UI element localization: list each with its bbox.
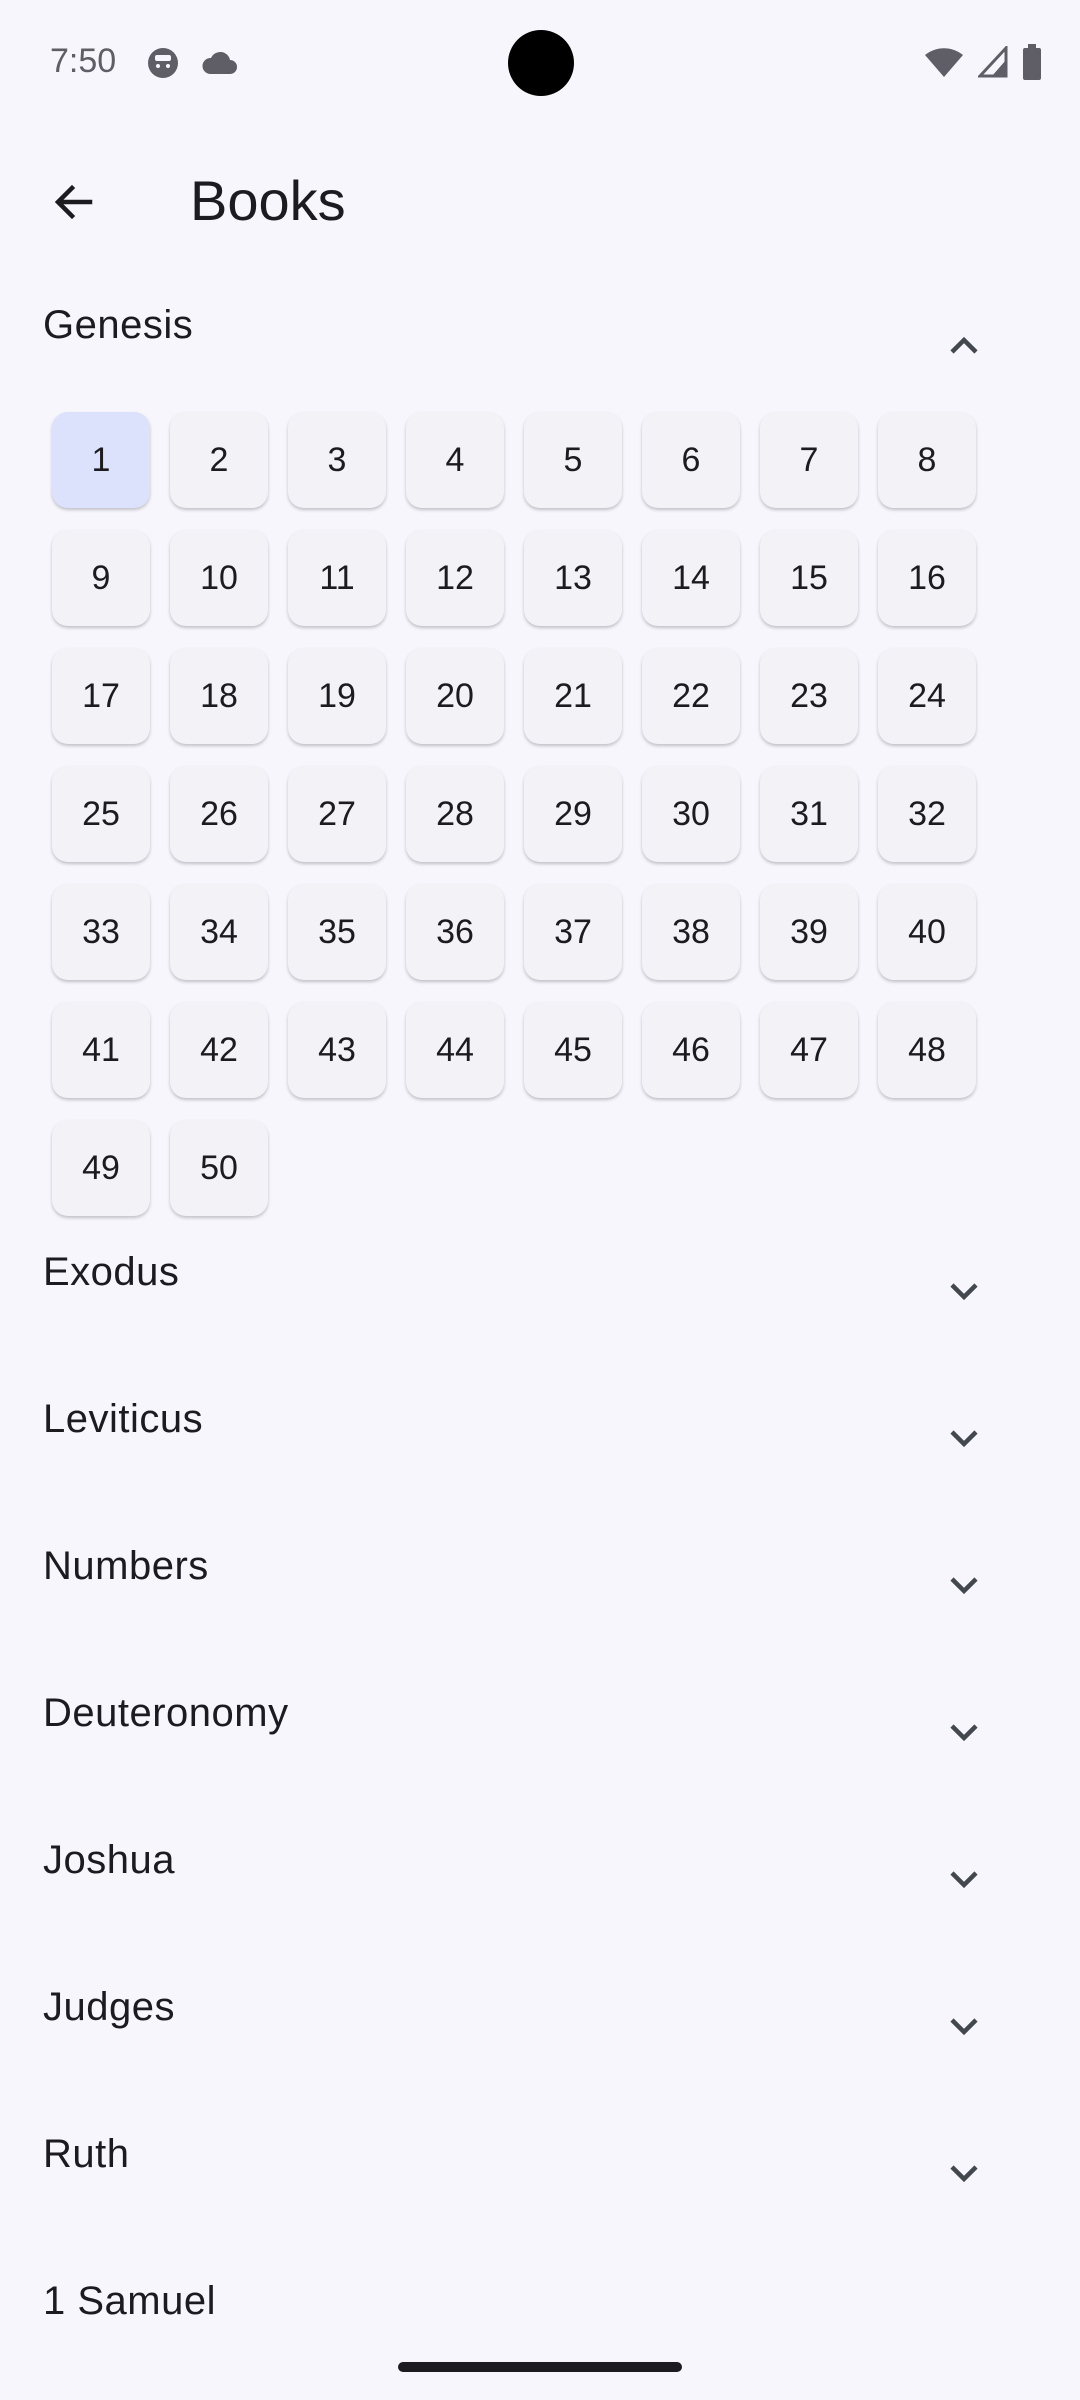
chevron-up-icon[interactable] (944, 330, 984, 360)
chapter-button[interactable]: 48 (878, 1002, 976, 1098)
book-item-ruth[interactable]: Ruth (0, 2129, 1080, 2276)
chapter-button[interactable]: 26 (170, 766, 268, 862)
chapter-button[interactable]: 27 (288, 766, 386, 862)
book-name: Deuteronomy (43, 1691, 289, 1735)
chapter-button[interactable]: 41 (52, 1002, 150, 1098)
chapter-button[interactable]: 35 (288, 884, 386, 980)
chapter-button[interactable]: 17 (52, 648, 150, 744)
book-item-deuteronomy[interactable]: Deuteronomy (0, 1688, 1080, 1835)
book-name: Numbers (43, 1544, 209, 1588)
chevron-down-icon[interactable] (944, 1865, 984, 1895)
chevron-down-icon[interactable] (944, 2012, 984, 2042)
cell-signal-icon (978, 46, 1008, 78)
chapter-button[interactable]: 29 (524, 766, 622, 862)
book-item-exodus[interactable]: Exodus (0, 1247, 1080, 1394)
chapter-button[interactable]: 9 (52, 530, 150, 626)
chapter-button[interactable]: 6 (642, 412, 740, 508)
chapter-button[interactable]: 28 (406, 766, 504, 862)
chapter-button[interactable]: 20 (406, 648, 504, 744)
page-title: Books (190, 169, 346, 232)
book-item-judges[interactable]: Judges (0, 1982, 1080, 2129)
chapter-button[interactable]: 33 (52, 884, 150, 980)
back-button[interactable] (42, 170, 106, 234)
chapter-button[interactable]: 39 (760, 884, 858, 980)
book-name: Genesis (43, 303, 194, 347)
chapter-grid: 1 2 3 4 5 6 7 8 9 10 11 12 13 14 15 16 17 18 19 20 21 22 23 24 2… (52, 412, 982, 1216)
chapter-button[interactable]: 50 (170, 1120, 268, 1216)
book-name: Leviticus (43, 1397, 204, 1441)
chevron-down-icon[interactable] (944, 1424, 984, 1454)
book-name: Exodus (43, 1250, 180, 1294)
books-list[interactable]: Genesis 1 2 3 4 5 6 7 8 9 10 11 12 13 14 15 16 17 18 19 20 2… (0, 300, 1080, 2335)
chapter-button[interactable]: 36 (406, 884, 504, 980)
book-item-numbers[interactable]: Numbers (0, 1541, 1080, 1688)
chapter-button[interactable]: 25 (52, 766, 150, 862)
chevron-down-icon[interactable] (944, 1718, 984, 1748)
chapter-button[interactable]: 49 (52, 1120, 150, 1216)
book-name: 1 Samuel (43, 2279, 216, 2323)
chapter-button[interactable]: 4 (406, 412, 504, 508)
book-name: Judges (43, 1985, 175, 2029)
chapter-button[interactable]: 18 (170, 648, 268, 744)
arrow-back-icon (54, 184, 93, 220)
chapter-button[interactable]: 42 (170, 1002, 268, 1098)
chapter-button[interactable]: 14 (642, 530, 740, 626)
chapter-button[interactable]: 44 (406, 1002, 504, 1098)
chapter-button[interactable]: 10 (170, 530, 268, 626)
chapter-button[interactable]: 16 (878, 530, 976, 626)
status-time: 7:50 (50, 42, 117, 80)
book-name: Joshua (43, 1838, 175, 1882)
chevron-down-icon[interactable] (944, 1277, 984, 1307)
book-item-leviticus[interactable]: Leviticus (0, 1394, 1080, 1541)
chapter-button[interactable]: 11 (288, 530, 386, 626)
chapter-button[interactable]: 15 (760, 530, 858, 626)
chapter-button[interactable]: 2 (170, 412, 268, 508)
chapter-button[interactable]: 24 (878, 648, 976, 744)
status-bar: 7:50 (0, 0, 1080, 128)
chapter-button[interactable]: 1 (52, 412, 150, 508)
chapter-button[interactable]: 13 (524, 530, 622, 626)
book-item-1-samuel[interactable]: 1 Samuel (0, 2276, 1080, 2335)
chapter-button[interactable]: 5 (524, 412, 622, 508)
chapter-button[interactable]: 3 (288, 412, 386, 508)
wifi-icon (925, 48, 963, 77)
face-notification-icon (148, 48, 178, 78)
chapter-button[interactable]: 46 (642, 1002, 740, 1098)
chapter-button[interactable]: 31 (760, 766, 858, 862)
chevron-down-icon[interactable] (944, 1571, 984, 1601)
book-name: Ruth (43, 2132, 130, 2176)
chapter-button[interactable]: 38 (642, 884, 740, 980)
chapter-button[interactable]: 32 (878, 766, 976, 862)
cloud-icon (202, 51, 237, 74)
camera-cutout (508, 30, 574, 96)
chapter-button[interactable]: 21 (524, 648, 622, 744)
home-indicator[interactable] (398, 2362, 682, 2372)
chapter-button[interactable]: 43 (288, 1002, 386, 1098)
chapter-button[interactable]: 34 (170, 884, 268, 980)
chevron-down-icon[interactable] (944, 2159, 984, 2189)
app-bar: Books (0, 140, 1080, 260)
chapter-button[interactable]: 22 (642, 648, 740, 744)
chapter-button[interactable]: 40 (878, 884, 976, 980)
chapter-button[interactable]: 47 (760, 1002, 858, 1098)
chapter-button[interactable]: 8 (878, 412, 976, 508)
chapter-button[interactable]: 7 (760, 412, 858, 508)
chapter-button[interactable]: 19 (288, 648, 386, 744)
battery-icon (1023, 44, 1041, 80)
chapter-button[interactable]: 23 (760, 648, 858, 744)
book-item-joshua[interactable]: Joshua (0, 1835, 1080, 1982)
chapter-button[interactable]: 30 (642, 766, 740, 862)
chapter-button[interactable]: 45 (524, 1002, 622, 1098)
chapter-button[interactable]: 37 (524, 884, 622, 980)
chapter-button[interactable]: 12 (406, 530, 504, 626)
book-item-genesis[interactable]: Genesis 1 2 3 4 5 6 7 8 9 10 11 12 13 14 15 16 17 18 19 20 2… (0, 300, 1080, 1247)
